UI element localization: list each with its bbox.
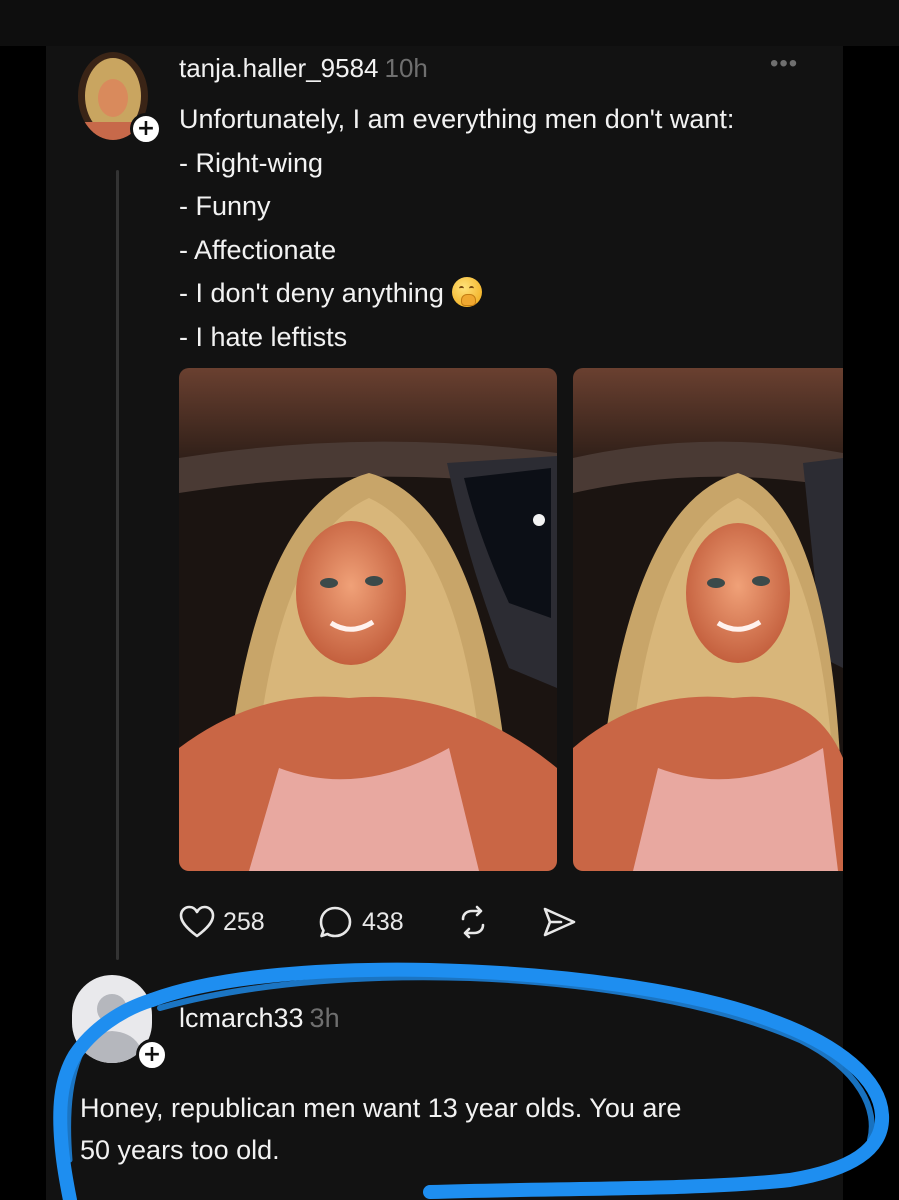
follow-plus-icon[interactable]: + [130, 113, 162, 145]
reply-timestamp: 3h [309, 1003, 340, 1033]
reply-username[interactable]: lcmarch33 [179, 1003, 304, 1033]
follow-plus-icon[interactable]: + [136, 1039, 168, 1071]
post-author-row: tanja.haller_9584 10h [179, 53, 428, 84]
reply-line: Honey, republican men want 13 year olds.… [80, 1093, 682, 1123]
post-line-with-emoji: - I don't deny anything [179, 272, 734, 316]
post-action-bar: 258 438 [179, 905, 599, 945]
post-line: Unfortunately, I am everything men don't… [179, 104, 735, 134]
screen-margin-right [843, 46, 899, 1200]
reply-body: Honey, republican men want 13 year olds.… [80, 1087, 681, 1171]
post-photo-1[interactable] [179, 368, 557, 871]
post-timestamp: 10h [384, 53, 428, 83]
screen-margin-left [0, 46, 46, 1200]
reply-line: 50 years too old. [80, 1135, 280, 1165]
like-count: 258 [223, 907, 265, 936]
share-button[interactable] [541, 905, 577, 939]
reply-author-row: lcmarch33 3h [179, 1003, 340, 1034]
post-photo-2[interactable] [573, 368, 843, 871]
post-line: - Affectionate [179, 234, 337, 265]
post-line: - Funny [179, 191, 271, 221]
top-bar [0, 0, 899, 46]
thread-connector-line [116, 170, 119, 960]
like-button[interactable]: 258 [179, 905, 265, 939]
repost-icon [461, 905, 485, 939]
more-options-icon[interactable]: ••• [770, 50, 798, 78]
comment-count: 438 [362, 907, 404, 936]
post-body: Unfortunately, I am everything men don't… [179, 98, 734, 359]
comment-icon [319, 906, 352, 938]
comment-button[interactable]: 438 [318, 905, 404, 939]
heart-icon [179, 905, 215, 938]
repost-button[interactable] [456, 905, 490, 939]
post-line: - I don't deny anything [179, 278, 444, 308]
shushing-face-emoji [451, 277, 482, 307]
post-line: - I hate leftists [179, 321, 348, 352]
post-username[interactable]: tanja.haller_9584 [179, 53, 379, 83]
share-icon [543, 907, 576, 937]
post-line: - Right-wing [179, 147, 324, 178]
